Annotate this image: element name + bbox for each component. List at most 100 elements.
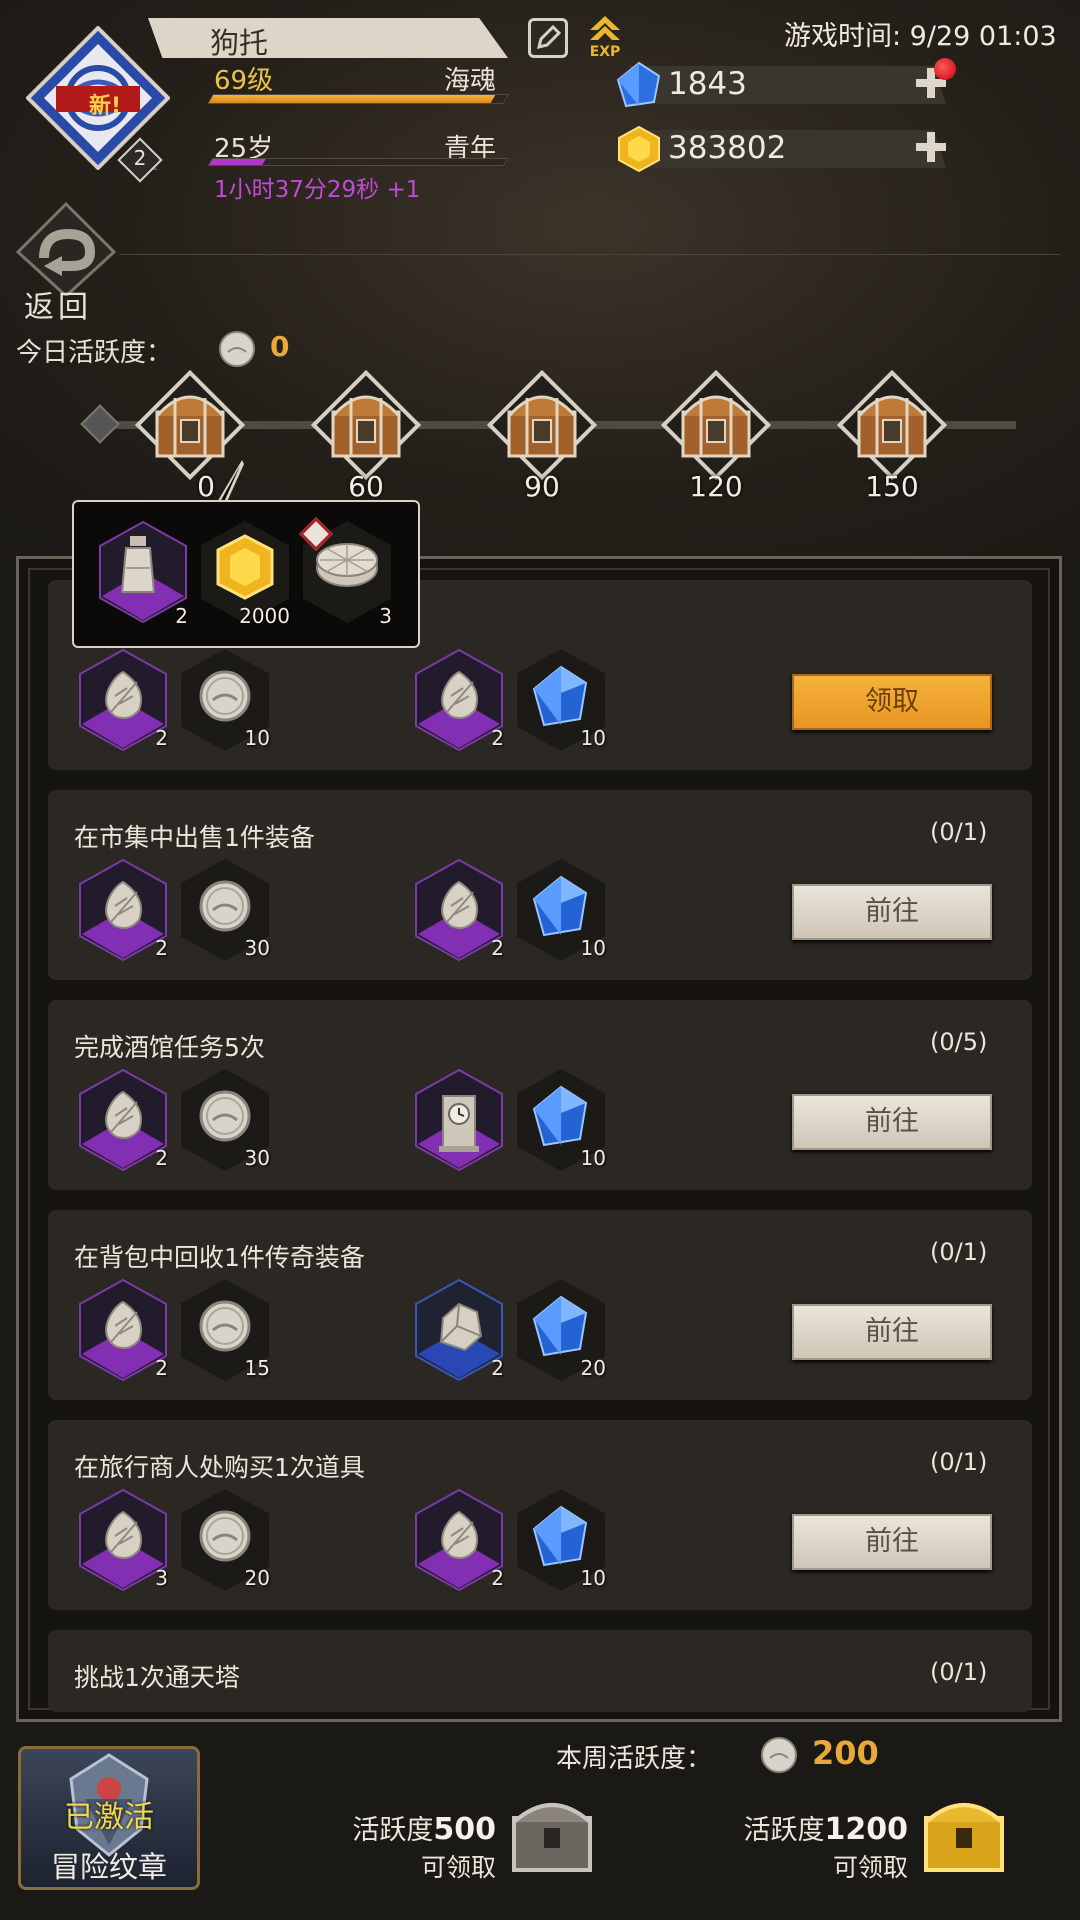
wooden-chest-icon <box>857 395 927 458</box>
exp-boost-label: EXP <box>589 44 621 60</box>
reward-slot[interactable]: 30 <box>178 1068 272 1172</box>
reward-qty: 2 <box>491 1566 504 1590</box>
popup-reward-qty: 3 <box>379 604 392 628</box>
header-divider <box>120 254 1060 255</box>
avatar-level: 2 <box>133 146 147 170</box>
silver-coin-icon <box>760 1736 798 1774</box>
milestone-label: 120 <box>689 470 743 503</box>
weekly-activity-label: 本周活跃度： <box>556 1744 713 1774</box>
reward-slot[interactable]: 10 <box>178 648 272 752</box>
weekly-reward-1200-status: 可领取 <box>832 1853 908 1882</box>
milestone-label: 150 <box>865 470 919 503</box>
reward-slot[interactable]: 20 <box>514 1278 608 1382</box>
reward-slot[interactable]: 2 <box>76 1278 170 1382</box>
weekly-reward-500-status: 可领取 <box>420 1853 496 1882</box>
reward-qty: 20 <box>580 1356 606 1380</box>
reward-slot[interactable]: 2 <box>412 1488 506 1592</box>
wooden-chest-icon <box>681 395 751 458</box>
task-progress: (0/1) <box>930 818 988 846</box>
blue-gem-icon <box>528 873 594 943</box>
game-time: 游戏时间: 9/29 01:03 <box>784 21 1057 52</box>
gold-gem-icon <box>614 124 664 174</box>
silver-coin-icon <box>195 1506 255 1570</box>
popup-reward-slot: 2 <box>96 520 190 628</box>
gold-count: 383802 <box>668 130 787 166</box>
milestone-chest-90[interactable] <box>486 369 598 481</box>
reward-slot[interactable]: 10 <box>514 1068 608 1172</box>
badge-status: 已激活 <box>64 1800 154 1835</box>
exp-boost-icon[interactable]: EXP <box>586 14 624 60</box>
reward-qty: 3 <box>155 1566 168 1590</box>
task-title: 挑战1次通天塔 <box>74 1663 240 1692</box>
go-button[interactable]: 前往 <box>792 1094 992 1150</box>
reward-qty: 2 <box>491 1356 504 1380</box>
reward-qty: 15 <box>244 1356 270 1380</box>
age-timer: 1小时37分29秒 +1 <box>214 177 421 203</box>
go-button[interactable]: 前往 <box>792 1514 992 1570</box>
reward-value: 500 <box>433 1812 496 1847</box>
badge-name: 冒险纹章 <box>50 1850 167 1884</box>
blue-gem-icon <box>528 1293 594 1363</box>
ore-rock-icon <box>429 1296 489 1360</box>
milestone-chest-120[interactable] <box>660 369 772 481</box>
reward-slot[interactable]: 2 <box>76 648 170 752</box>
back-label[interactable]: 返回 <box>24 282 92 326</box>
reward-slot[interactable]: 2 <box>76 858 170 962</box>
reward-qty: 2 <box>491 936 504 960</box>
reward-qty: 10 <box>580 936 606 960</box>
silver-leaf-icon <box>429 876 489 940</box>
go-button[interactable]: 前往 <box>792 1304 992 1360</box>
add-gold-button[interactable] <box>914 130 948 164</box>
edit-icon[interactable] <box>528 18 568 58</box>
exp-bar-fill <box>208 95 496 103</box>
avatar-new-badge: 新! <box>88 94 122 119</box>
potion-bottle-icon <box>108 532 168 606</box>
reward-qty: 10 <box>580 726 606 750</box>
reward-slot[interactable]: 10 <box>514 648 608 752</box>
soul-label: 海魂 <box>444 66 497 96</box>
reward-slot[interactable]: 30 <box>178 858 272 962</box>
task-progress: (0/1) <box>930 1448 988 1476</box>
reward-qty: 10 <box>244 726 270 750</box>
claim-button[interactable]: 领取 <box>792 674 992 730</box>
today-activity-value: 0 <box>270 330 290 363</box>
milestone-label: 0 <box>197 470 215 503</box>
exp-bar <box>207 94 509 104</box>
reward-qty: 20 <box>244 1566 270 1590</box>
reward-qty: 30 <box>244 936 270 960</box>
silver-chest-icon[interactable] <box>506 1788 598 1876</box>
reward-slot[interactable]: 2 <box>412 648 506 752</box>
task-title: 在旅行商人处购买1次道具 <box>74 1453 365 1482</box>
reward-slot[interactable]: 10 <box>514 1488 608 1592</box>
task-progress: (0/1) <box>930 1238 988 1266</box>
silver-leaf-icon <box>93 876 153 940</box>
gold-gem-icon <box>210 532 280 606</box>
reward-slot[interactable]: 20 <box>178 1488 272 1592</box>
age-bar-fill <box>209 159 266 165</box>
popup-reward-qty: 2 <box>175 604 188 628</box>
silver-coin-icon <box>195 666 255 730</box>
task-progress: (0/1) <box>930 1658 988 1686</box>
gold-chest-icon[interactable] <box>918 1788 1010 1876</box>
milestone-chest-60[interactable] <box>310 369 422 481</box>
silver-coin-icon <box>195 1296 255 1360</box>
popup-reward-slot: 2000 <box>198 520 292 628</box>
weekly-reward-1200-label: 活跃度1200 <box>700 1808 909 1847</box>
reward-qty: 2 <box>491 726 504 750</box>
reward-slot[interactable]: 2 <box>412 1278 506 1382</box>
go-button[interactable]: 前往 <box>792 884 992 940</box>
reward-qty: 10 <box>580 1146 606 1170</box>
popup-pointer <box>214 460 244 504</box>
silver-leaf-icon <box>429 1506 489 1570</box>
blue-gem-icon <box>528 1503 594 1573</box>
reward-slot[interactable]: 2 <box>412 858 506 962</box>
task-title: 完成酒馆任务5次 <box>74 1033 265 1062</box>
reward-qty: 2 <box>155 726 168 750</box>
reward-slot[interactable]: 15 <box>178 1278 272 1382</box>
wooden-chest-icon <box>507 395 577 458</box>
reward-slot[interactable] <box>412 1068 506 1172</box>
reward-slot[interactable]: 10 <box>514 858 608 962</box>
reward-slot[interactable]: 3 <box>76 1488 170 1592</box>
reward-slot[interactable]: 2 <box>76 1068 170 1172</box>
milestone-chest-150[interactable] <box>836 369 948 481</box>
